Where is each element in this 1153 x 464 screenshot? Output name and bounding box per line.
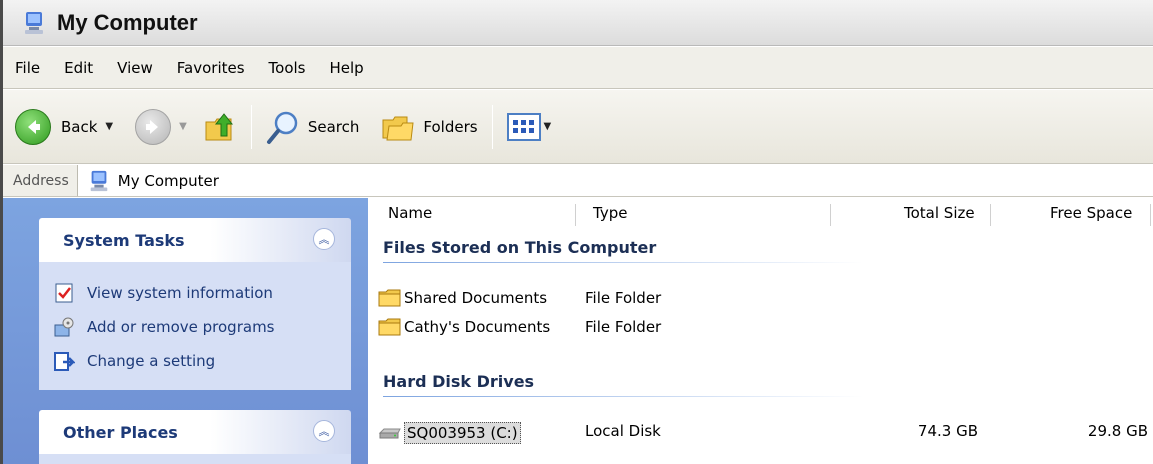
forward-arrow-icon [135, 108, 172, 145]
back-label: Back [61, 117, 98, 136]
column-header-total-size[interactable]: Total Size [904, 204, 975, 222]
other-places-header[interactable]: Other Places ︽ [39, 410, 351, 454]
window-title: My Computer [57, 9, 198, 35]
list-item[interactable]: SQ003953 (C:) Local Disk 74.3 GB 29.8 GB [378, 419, 1148, 447]
task-change-setting[interactable]: Change a setting [53, 344, 351, 378]
up-folder-icon [205, 112, 233, 140]
task-label: Add or remove programs [87, 318, 275, 336]
other-places-panel: Other Places ︽ [39, 410, 351, 464]
back-dropdown-icon[interactable]: ▼ [105, 121, 113, 132]
item-name: Shared Documents [404, 289, 548, 307]
system-info-icon [55, 283, 73, 303]
views-button[interactable]: ▼ [506, 112, 552, 141]
folders-button[interactable]: Folders [381, 112, 478, 142]
column-header-row: Name Type Total Size Free Space [368, 198, 1153, 230]
menu-help[interactable]: Help [330, 59, 364, 77]
back-arrow-icon [15, 108, 51, 145]
item-total-size: 74.3 GB [917, 422, 978, 440]
task-view-system-information[interactable]: View system information [53, 276, 351, 310]
collapse-chevron-icon[interactable]: ︽ [313, 420, 335, 442]
task-label: View system information [87, 284, 273, 302]
my-computer-window: My Computer File Edit View Favorites Too… [0, 0, 1153, 464]
other-places-title: Other Places [63, 422, 178, 442]
menu-tools[interactable]: Tools [269, 59, 306, 77]
system-tasks-title: System Tasks [63, 230, 185, 250]
collapse-chevron-icon[interactable]: ︽ [313, 228, 335, 250]
group-divider [383, 396, 863, 397]
folders-label: Folders [423, 117, 478, 136]
forward-dropdown-icon[interactable]: ▼ [179, 121, 187, 132]
column-header-name[interactable]: Name [388, 204, 432, 222]
address-value: My Computer [117, 171, 219, 190]
item-type: File Folder [585, 318, 662, 336]
column-divider[interactable] [990, 204, 991, 226]
back-button[interactable]: Back ▼ [15, 108, 113, 145]
system-tasks-panel: System Tasks ︽ View system information A… [39, 218, 351, 390]
address-field[interactable]: My Computer [77, 165, 1153, 196]
menu-file[interactable]: File [15, 59, 40, 77]
column-divider[interactable] [1150, 204, 1151, 226]
up-button[interactable] [203, 110, 237, 144]
search-label: Search [307, 117, 360, 136]
group-hard-disks-title: Hard Disk Drives [383, 372, 535, 391]
item-free-space: 29.8 GB [1087, 422, 1148, 440]
views-dropdown-icon[interactable]: ▼ [544, 121, 552, 132]
column-header-free-space[interactable]: Free Space [1050, 204, 1132, 222]
list-item[interactable]: Shared Documents File Folder [378, 286, 1148, 314]
address-label: Address [3, 165, 78, 196]
toolbar: Back ▼ ▼ Search Folders ▼ [3, 90, 1153, 164]
menu-favorites[interactable]: Favorites [177, 59, 245, 77]
computer-icon [90, 170, 108, 191]
column-divider[interactable] [575, 204, 576, 226]
search-button[interactable]: Search [266, 109, 360, 145]
item-type: File Folder [585, 289, 662, 307]
column-header-type[interactable]: Type [593, 204, 627, 222]
add-remove-programs-icon [54, 317, 74, 337]
computer-icon [25, 11, 43, 34]
views-icon [506, 112, 541, 141]
task-pane: System Tasks ︽ View system information A… [3, 198, 368, 464]
folder-icon [378, 318, 401, 336]
system-tasks-body: View system information Add or remove pr… [39, 262, 351, 390]
folder-icon [378, 289, 401, 307]
change-setting-icon [54, 352, 75, 371]
menu-bar: File Edit View Favorites Tools Help [3, 47, 1153, 89]
search-magnifier-icon [266, 111, 298, 144]
system-tasks-header[interactable]: System Tasks ︽ [39, 218, 351, 262]
menu-edit[interactable]: Edit [64, 59, 93, 77]
forward-button[interactable]: ▼ [135, 108, 187, 145]
group-files-stored-title: Files Stored on This Computer [383, 238, 657, 257]
column-divider[interactable] [830, 204, 831, 226]
content-pane: Name Type Total Size Free Space Files St… [368, 198, 1153, 464]
title-bar[interactable]: My Computer [3, 0, 1153, 46]
item-name: Cathy's Documents [404, 318, 551, 336]
folders-icon [382, 116, 414, 140]
group-divider [383, 262, 863, 263]
item-name: SQ003953 (C:) [404, 422, 521, 444]
item-type: Local Disk [585, 422, 661, 440]
toolbar-separator [250, 104, 252, 149]
hard-drive-icon [378, 428, 401, 439]
other-places-body [39, 454, 351, 464]
address-bar: Address My Computer [3, 165, 1153, 197]
menu-view[interactable]: View [117, 59, 153, 77]
toolbar-separator [491, 104, 493, 149]
list-item[interactable]: Cathy's Documents File Folder [378, 315, 1148, 343]
task-label: Change a setting [87, 352, 216, 370]
task-add-remove-programs[interactable]: Add or remove programs [53, 310, 351, 344]
